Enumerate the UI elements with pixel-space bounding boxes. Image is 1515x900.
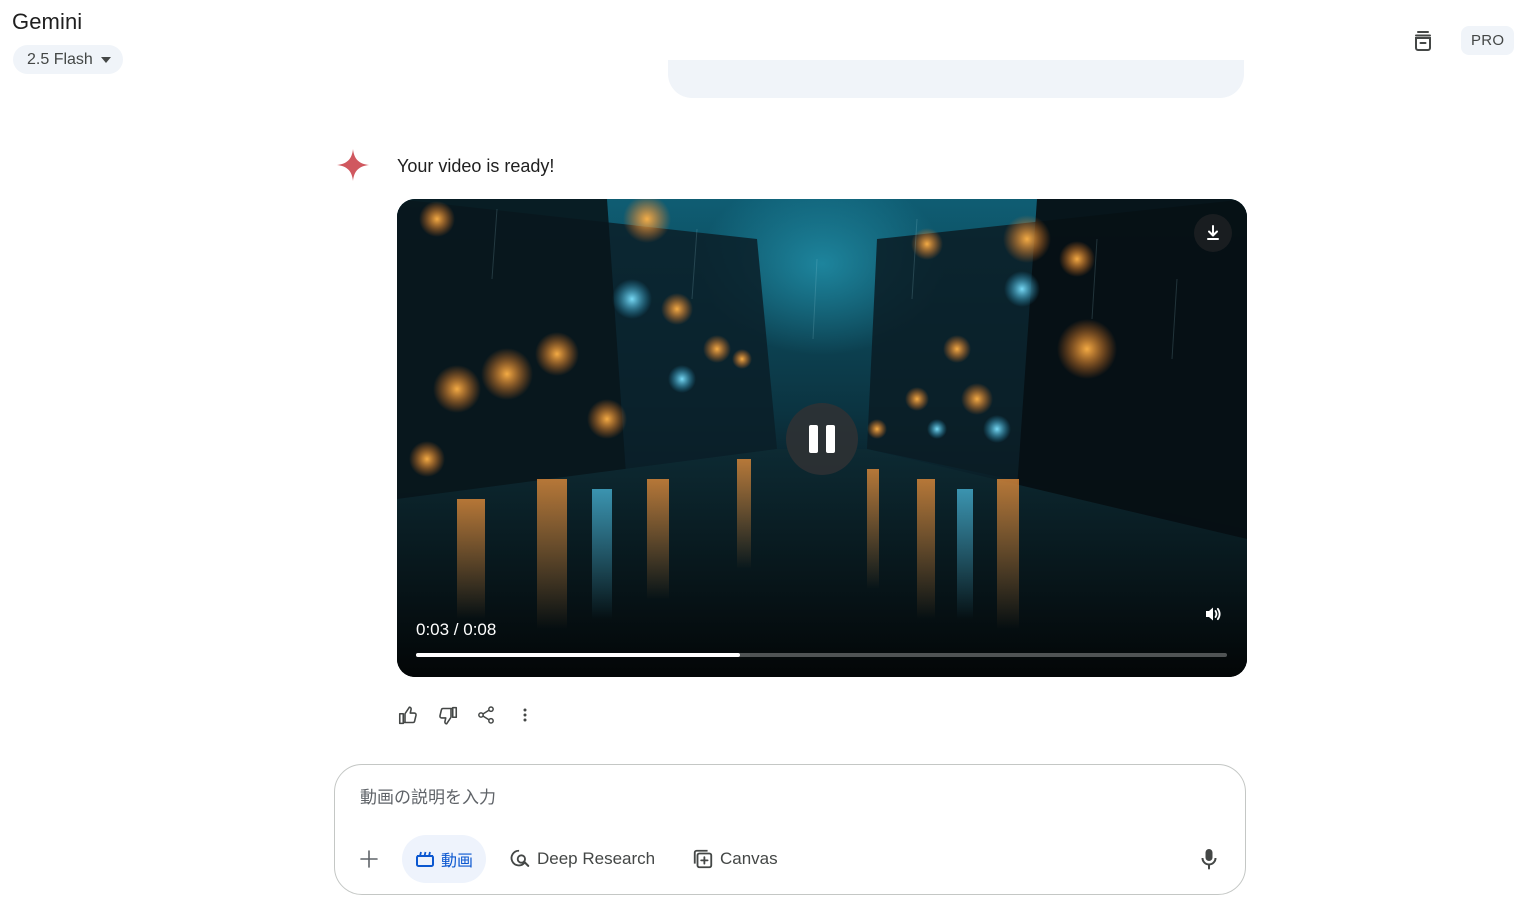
thumbs-down-button[interactable]	[436, 703, 458, 727]
plus-icon	[360, 850, 378, 868]
pro-badge[interactable]: PRO	[1461, 26, 1515, 55]
video-player[interactable]: 0:03 / 0:08	[397, 199, 1247, 677]
deep-research-label: Deep Research	[537, 849, 656, 868]
temporary-chat-button[interactable]	[1405, 23, 1441, 59]
prompt-input[interactable]	[360, 788, 1160, 808]
thumbs-up-button[interactable]	[397, 703, 419, 727]
download-icon	[1207, 225, 1219, 240]
add-button[interactable]	[357, 847, 381, 871]
pause-icon	[809, 425, 818, 453]
volume-button[interactable]	[1199, 600, 1227, 628]
app-title: Gemini	[12, 9, 83, 34]
canvas-icon	[693, 849, 713, 869]
temporary-chat-icon	[1415, 31, 1431, 51]
pause-button[interactable]	[786, 403, 858, 475]
microphone-icon	[1201, 849, 1217, 870]
model-selector[interactable]: 2.5 Flash	[13, 45, 123, 74]
response-actions	[397, 703, 553, 727]
video-progress-fill	[416, 653, 741, 657]
gemini-app: Gemini 2.5 Flash PRO Your video is ready…	[0, 0, 1515, 900]
video-tool-label: 動画	[441, 851, 474, 870]
previous-user-message	[668, 60, 1244, 98]
video-time-display: 0:03 / 0:08	[416, 620, 497, 639]
deep-research-chip[interactable]: Deep Research	[509, 835, 655, 883]
more-options-button[interactable]	[514, 703, 536, 727]
video-tool-chip[interactable]: 動画	[402, 835, 487, 883]
canvas-chip[interactable]: Canvas	[692, 835, 778, 883]
video-progress-bar[interactable]	[416, 653, 1227, 657]
clapperboard-icon	[416, 851, 434, 867]
deep-research-icon	[510, 849, 530, 867]
thumbs-up-icon	[398, 705, 417, 724]
share-icon	[478, 706, 494, 724]
more-vert-icon	[523, 708, 527, 722]
thumbs-down-icon	[438, 706, 457, 725]
model-label: 2.5 Flash	[27, 50, 93, 68]
download-button[interactable]	[1194, 214, 1232, 252]
share-button[interactable]	[475, 703, 497, 727]
canvas-label: Canvas	[720, 849, 778, 868]
microphone-button[interactable]	[1197, 846, 1221, 872]
response-text: Your video is ready!	[397, 156, 555, 176]
prompt-input-box: 動画 Deep Research Canvas	[334, 764, 1246, 895]
gemini-spark-icon	[337, 149, 369, 181]
volume-icon	[1206, 607, 1221, 621]
caret-down-icon	[100, 56, 111, 63]
